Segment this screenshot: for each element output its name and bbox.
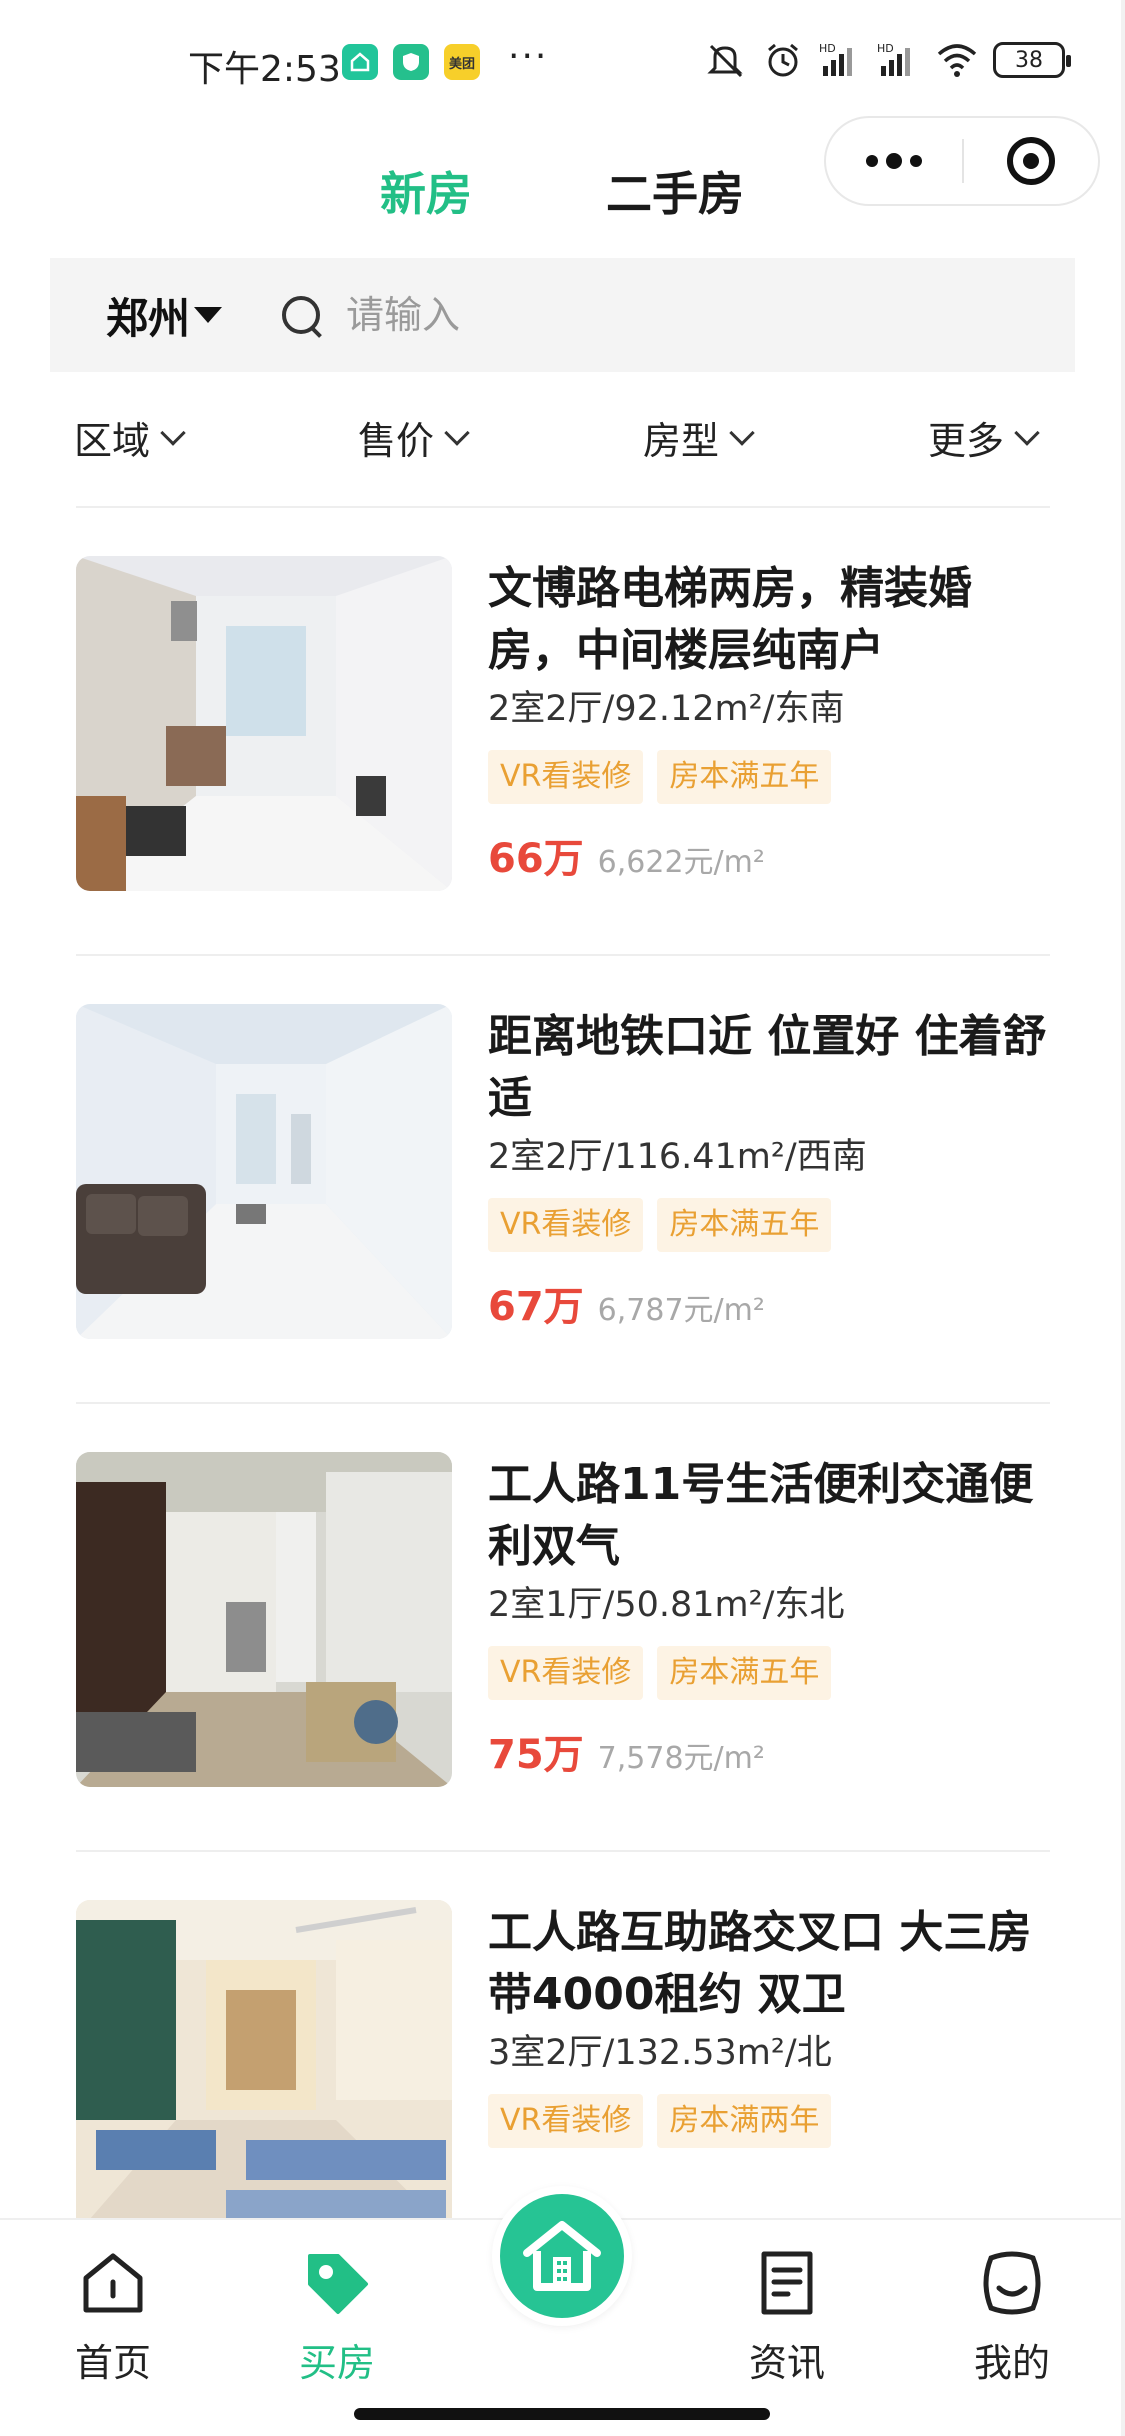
listing-price: 67万 (488, 1284, 584, 1330)
listing-info: 文博路电梯两房，精装婚房，中间楼层纯南户 2室2厅/92.12m²/东南 VR看… (488, 558, 1050, 884)
price-row: 75万 7,578元/m² (488, 1722, 1050, 1780)
filter-label: 区域 (74, 419, 151, 463)
filter-more[interactable]: 更多 (928, 410, 1040, 465)
city-selector[interactable]: 郑州 (106, 285, 223, 346)
listing-meta: 2室2厅/116.41m²/西南 (488, 1137, 867, 1177)
listing-title: 文博路电梯两房，精装婚房，中间楼层纯南户 (488, 563, 972, 676)
status-more-indicator: ··· (508, 36, 549, 77)
dot-icon (886, 153, 902, 169)
listing-meta: 2室1厅/50.81m²/东北 (488, 1585, 845, 1625)
listing-photo[interactable] (76, 1004, 452, 1339)
filter-bar: 区域 售价 房型 更多 (0, 400, 1125, 470)
chevron-down-icon (729, 419, 755, 446)
filter-label: 房型 (643, 419, 720, 463)
wifi-icon (935, 40, 979, 80)
listing-title: 工人路11号生活便利交通便利双气 (488, 1459, 1034, 1572)
close-mini-program-button[interactable] (964, 118, 1098, 204)
battery-icon: 38 (993, 42, 1071, 78)
city-label: 郑州 (106, 293, 191, 343)
listing-info: 工人路互助路交叉口 大三房 带4000租约 双卫 3室2厅/132.53m²/北… (488, 1902, 1050, 2148)
search-icon (280, 294, 322, 336)
filter-label: 售价 (358, 419, 435, 463)
mute-bell-icon (703, 40, 747, 80)
more-options-button[interactable] (826, 118, 962, 204)
filter-label: 更多 (928, 419, 1005, 463)
svg-text:HD: HD (819, 42, 836, 55)
home-indicator[interactable] (354, 2408, 770, 2420)
alarm-icon (761, 40, 805, 80)
listing-card[interactable]: 工人路11号生活便利交通便利双气 2室1厅/50.81m²/东北 VR看装修 房… (76, 1404, 1050, 1852)
document-icon (752, 2248, 822, 2318)
target-icon (1006, 137, 1055, 185)
home-icon (78, 2248, 148, 2318)
tag-deed: 房本满五年 (657, 1646, 832, 1700)
tab-new-house[interactable]: 新房 (380, 158, 472, 224)
listing-photo[interactable] (76, 1452, 452, 1787)
mini-program-capsule (824, 116, 1100, 206)
nav-mine[interactable]: 我的 (942, 2248, 1082, 2387)
nav-buy[interactable]: 买房 (267, 2248, 407, 2387)
listing-card[interactable]: 文博路电梯两房，精装婚房，中间楼层纯南户 2室2厅/92.12m²/东南 VR看… (76, 508, 1050, 956)
listing-info: 距离地铁口近 位置好 住着舒适 2室2厅/116.41m²/西南 VR看装修 房… (488, 1006, 1050, 1332)
listing-title: 工人路互助路交叉口 大三房 带4000租约 双卫 (488, 1907, 1032, 2020)
nav-label: 首页 (74, 2341, 151, 2385)
tag-vr: VR看装修 (488, 1198, 644, 1252)
listing-photo[interactable] (76, 1900, 452, 2235)
listing-price: 66万 (488, 836, 584, 882)
chevron-down-icon (1014, 419, 1040, 446)
listing-photo[interactable] (76, 556, 452, 891)
app-green-shield-icon (393, 44, 429, 80)
smile-face-icon (977, 2248, 1047, 2318)
building-house-icon (523, 2221, 601, 2291)
price-row: 67万 6,787元/m² (488, 1274, 1050, 1332)
search-bar: 郑州 (50, 258, 1075, 372)
caret-down-icon (194, 307, 223, 323)
tag-deed: 房本满五年 (657, 1198, 832, 1252)
signal-hd-icon: HD (877, 40, 921, 80)
listing-title: 距离地铁口近 位置好 住着舒适 (488, 1011, 1047, 1124)
tag-deed: 房本满两年 (657, 2094, 832, 2148)
nav-label: 我的 (973, 2341, 1050, 2385)
filter-price[interactable]: 售价 (358, 410, 470, 465)
tab-second-hand[interactable]: 二手房 (606, 158, 744, 224)
listing-tags: VR看装修 房本满五年 (488, 750, 1050, 804)
tag-vr: VR看装修 (488, 1646, 644, 1700)
filter-layout[interactable]: 房型 (643, 410, 755, 465)
price-row: 66万 6,622元/m² (488, 826, 1050, 884)
filter-area[interactable]: 区域 (74, 410, 186, 465)
search-input[interactable] (346, 293, 947, 337)
nav-home[interactable]: 首页 (43, 2248, 183, 2387)
signal-hd-icon: HD (819, 40, 863, 80)
listing-tags: VR看装修 房本满五年 (488, 1198, 1050, 1252)
center-home-button[interactable] (492, 2186, 632, 2326)
svg-text:HD: HD (877, 42, 894, 55)
listing-tags: VR看装修 房本满两年 (488, 2094, 1050, 2148)
scroll-edge (1121, 0, 1125, 2436)
price-tag-icon (302, 2248, 372, 2318)
listing-price: 75万 (488, 1732, 584, 1778)
listing-unit-price: 6,787元/m² (597, 1293, 765, 1328)
nav-label: 资讯 (748, 2341, 825, 2385)
status-time: 下午2:53 (188, 49, 341, 90)
listing-unit-price: 6,622元/m² (597, 845, 765, 880)
listing-info: 工人路11号生活便利交通便利双气 2室1厅/50.81m²/东北 VR看装修 房… (488, 1454, 1050, 1780)
dot-icon (910, 155, 922, 167)
nav-label: 买房 (298, 2341, 375, 2385)
listing-tags: VR看装修 房本满五年 (488, 1646, 1050, 1700)
listing-card[interactable]: 距离地铁口近 位置好 住着舒适 2室2厅/116.41m²/西南 VR看装修 房… (76, 956, 1050, 1404)
listing-meta: 2室2厅/92.12m²/东南 (488, 689, 845, 729)
status-bar: 下午2:53 美团 ··· HD HD 38 (0, 0, 1125, 120)
meituan-icon: 美团 (444, 44, 480, 80)
chevron-down-icon (444, 419, 470, 446)
chevron-down-icon (160, 419, 186, 446)
listing-meta: 3室2厅/132.53m²/北 (488, 2033, 832, 2073)
tag-deed: 房本满五年 (657, 750, 832, 804)
listing-unit-price: 7,578元/m² (597, 1741, 765, 1776)
nav-news[interactable]: 资讯 (717, 2248, 857, 2387)
tag-vr: VR看装修 (488, 750, 644, 804)
app-green-house-icon (342, 44, 378, 80)
dot-icon (866, 155, 878, 167)
status-icons: HD HD 38 (703, 40, 1071, 80)
tag-vr: VR看装修 (488, 2094, 644, 2148)
